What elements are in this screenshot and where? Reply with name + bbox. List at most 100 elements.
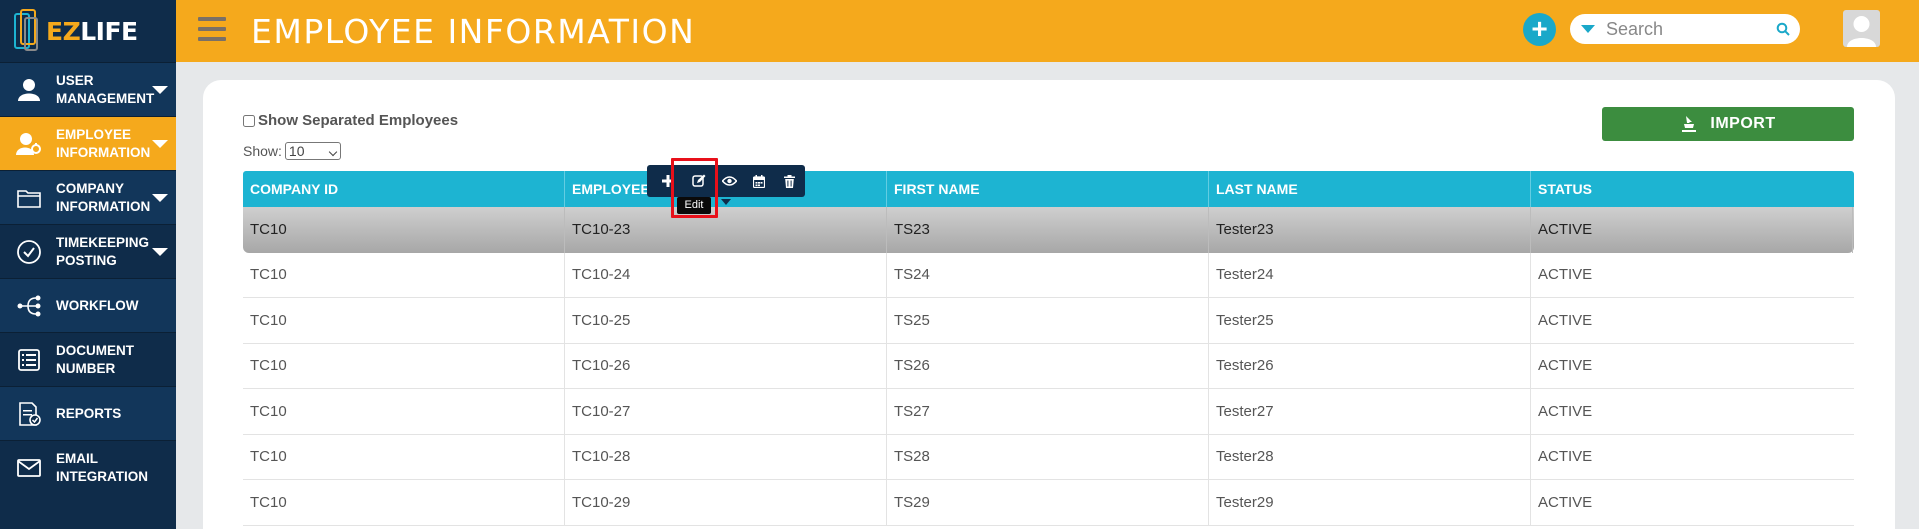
import-label: IMPORT <box>1710 115 1776 132</box>
add-action-button[interactable] <box>653 167 683 195</box>
hamburger-menu-icon[interactable] <box>198 17 226 43</box>
sidebar-item-label: Document Number <box>56 342 134 376</box>
edit-icon <box>691 174 706 187</box>
delete-action-button[interactable] <box>775 167 805 195</box>
table-cell: TC10-26 <box>565 343 887 388</box>
table-body: TC10 TC10-23 TS23 Tester23 ACTIVE TC10 TC10-24… <box>243 207 1854 526</box>
table-row[interactable]: TC10 TC10-29 TS29 Tester29 ACTIVE <box>243 480 1854 526</box>
sidebar-item-label: Timekeeping Posting <box>56 234 150 268</box>
sidebar-item-workflow[interactable]: Workflow <box>0 278 176 332</box>
table-row[interactable]: TC10 TC10-28 TS28 Tester28 ACTIVE <box>243 434 1854 480</box>
table-cell: TS27 <box>887 389 1209 434</box>
table-cell: Tester28 <box>1209 434 1531 479</box>
table-cell: TS29 <box>887 480 1209 525</box>
table-cell: TC10 <box>243 207 565 253</box>
sidebar-item-email-integration[interactable]: Email Integration <box>0 440 176 494</box>
column-header-first-name[interactable]: FIRST NAME <box>887 171 1209 207</box>
mail-icon <box>16 455 42 481</box>
folder-icon <box>16 185 42 211</box>
table-header: COMPANY ID EMPLOYEE ID FIRST NAME LAST NAME… <box>243 171 1854 207</box>
table-row[interactable]: TC10 TC10-23 TS23 Tester23 ACTIVE <box>243 207 1854 253</box>
table-row[interactable]: TC10 TC10-24 TS24 Tester24 ACTIVE <box>243 252 1854 298</box>
view-icon <box>721 176 737 186</box>
table-cell: ACTIVE <box>1538 448 1593 466</box>
import-button[interactable]: IMPORT <box>1602 107 1854 141</box>
sidebar-item-document-number[interactable]: Document Number <box>0 332 176 386</box>
avatar[interactable] <box>1843 10 1880 47</box>
logo-text-life: LIFE <box>80 16 138 46</box>
table-cell: ACTIVE <box>1538 311 1593 329</box>
table-row[interactable]: TC10 TC10-25 TS25 Tester25 ACTIVE <box>243 298 1854 344</box>
table-cell: ACTIVE <box>1538 357 1593 375</box>
user-avatar-icon <box>1847 16 1876 47</box>
column-header-company-id[interactable]: COMPANY ID <box>243 171 565 207</box>
sort-caret-icon[interactable] <box>721 199 731 205</box>
column-header-last-name[interactable]: LAST NAME <box>1209 171 1531 207</box>
document-list-icon <box>16 347 42 373</box>
report-icon <box>16 401 42 427</box>
edit-action-button[interactable] <box>683 167 713 195</box>
show-label: Show: <box>243 143 282 159</box>
page-title: EMPLOYEE INFORMATION <box>251 12 696 51</box>
logo-mark-icon <box>12 9 42 53</box>
employee-icon <box>16 131 42 157</box>
table-cell: TS24 <box>887 252 1209 297</box>
chevron-down-icon[interactable] <box>152 247 168 256</box>
chevron-down-icon[interactable] <box>152 85 168 94</box>
table-cell: TC10 <box>243 343 565 388</box>
table-cell: TC10 <box>243 389 565 434</box>
sidebar-item-employee-information[interactable]: Employee Information <box>0 116 176 170</box>
table-cell: TC10-25 <box>565 298 887 343</box>
search-filter-dropdown-icon[interactable] <box>1581 25 1595 33</box>
sidebar-item-label: Company Information <box>56 180 151 214</box>
table-cell: TS26 <box>887 343 1209 388</box>
table-cell: ACTIVE <box>1538 493 1593 511</box>
table-cell: TC10-28 <box>565 434 887 479</box>
table-row[interactable]: TC10 TC10-26 TS26 Tester26 ACTIVE <box>243 343 1854 389</box>
table-cell: TC10 <box>243 298 565 343</box>
add-icon <box>662 175 675 187</box>
search-icon[interactable] <box>1776 22 1790 36</box>
sidebar-item-label: Reports <box>56 405 122 421</box>
table-cell: TC10 <box>243 480 565 525</box>
show-separated-checkbox[interactable] <box>243 114 255 127</box>
chevron-down-icon[interactable] <box>152 193 168 202</box>
app-logo[interactable]: EZLIFE <box>0 0 176 62</box>
sidebar-item-label: Workflow <box>56 297 139 313</box>
sidebar-item-company-information[interactable]: Company Information <box>0 170 176 224</box>
search-box <box>1570 14 1800 44</box>
sidebar-item-user-management[interactable]: User Management <box>0 62 176 116</box>
show-entries: Show: 10 <box>243 142 341 160</box>
import-icon <box>1682 116 1697 132</box>
table-cell: TC10 <box>243 434 565 479</box>
workflow-icon <box>16 293 42 319</box>
table-cell: Tester24 <box>1209 252 1531 297</box>
table-cell: ACTIVE <box>1538 402 1593 420</box>
sidebar-nav: User Management Employee Information Compa… <box>0 62 176 494</box>
column-header-status[interactable]: STATUS <box>1531 171 1853 207</box>
table-cell: TC10-29 <box>565 480 887 525</box>
table-cell: Tester29 <box>1209 480 1531 525</box>
calendar-action-button[interactable] <box>744 167 774 195</box>
table-row[interactable]: TC10 TC10-27 TS27 Tester27 ACTIVE <box>243 389 1854 435</box>
show-separated-label: Show Separated Employees <box>258 112 459 129</box>
top-header: EMPLOYEE INFORMATION + <box>176 0 1919 62</box>
table-cell: ACTIVE <box>1531 207 1853 253</box>
row-action-toolbar <box>647 165 805 197</box>
show-entries-select[interactable]: 10 <box>284 142 341 160</box>
show-separated-toggle[interactable]: Show Separated Employees <box>243 112 458 129</box>
user-icon <box>16 77 42 103</box>
chevron-down-icon[interactable] <box>152 139 168 148</box>
sidebar-item-reports[interactable]: Reports <box>0 386 176 440</box>
employee-table: COMPANY ID EMPLOYEE ID FIRST NAME LAST NAME… <box>243 171 1854 526</box>
delete-icon <box>784 174 796 188</box>
sidebar-item-timekeeping-posting[interactable]: Timekeeping Posting <box>0 224 176 278</box>
table-cell: ACTIVE <box>1538 266 1593 284</box>
view-action-button[interactable] <box>714 167 744 195</box>
content-card: Show Separated Employees Show: 10 IMPORT… <box>203 80 1895 529</box>
add-circle-icon[interactable]: + <box>1523 13 1556 46</box>
table-cell: TC10-27 <box>565 389 887 434</box>
check-circle-icon <box>16 239 42 265</box>
search-input[interactable] <box>1606 18 1776 40</box>
table-cell: TS25 <box>887 298 1209 343</box>
